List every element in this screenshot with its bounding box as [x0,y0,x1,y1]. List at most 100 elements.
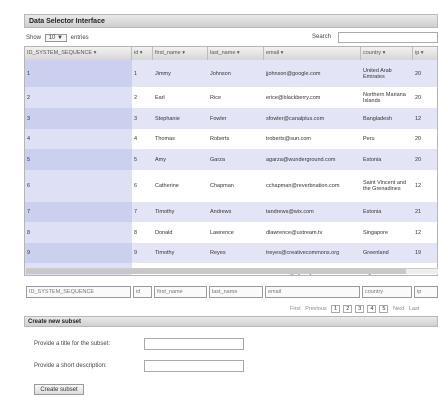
column-filters: ID_SYSTEM_SEQUENCE id first_name last_na… [24,286,438,300]
show-entries: Show 10 ▼ entries [26,34,89,42]
scrollbar-thumb[interactable] [26,269,406,274]
cell-country: Bangladesh [363,115,393,122]
cell-id: 4 [134,136,138,142]
cell-id: 2 [134,94,138,101]
cell-email: agarza@wunderground.com [266,156,336,163]
cell-ip: 20 [415,94,422,101]
pager-previous[interactable]: Previous [305,306,326,312]
cell-last-name: Chapman [210,183,234,189]
search-label: Search [312,34,332,40]
cell-last-name: Reyes [210,250,226,256]
cell-country: Saint Vincent and the Grenadines [363,180,407,192]
col-header-email[interactable]: email ▾ [264,47,361,60]
table-row[interactable]: 6 6 Catherine Chapman cchapman@reverbnat… [25,170,437,203]
table-controls: Show 10 ▼ entries Search [26,32,438,44]
filter-ip[interactable]: ip [414,286,438,298]
cell-sequence: 6 [25,170,132,202]
cell-email: tandrews@wix.com [266,209,314,215]
cell-ip: 21 [415,209,422,215]
cell-last-name: Rice [210,94,222,101]
table-row[interactable]: 7 7 Timothy Andrews tandrews@wix.com Est… [25,202,437,223]
cell-country: United Arab Emirates [363,67,392,80]
col-header-ip[interactable]: ip ▾ [413,47,437,60]
cell-id: 8 [134,229,138,236]
cell-country: Estonia [363,209,382,215]
data-table: ID_SYSTEM_SEQUENCE ▾ id ▾ first_name ▾ l… [24,46,438,276]
cell-email: troberts@sun.com [266,136,312,142]
cell-id: 7 [134,209,138,215]
subset-description-input[interactable] [144,360,244,372]
cell-last-name: Johnson [210,70,231,77]
cell-last-name: Garza [210,156,225,163]
subset-title-input[interactable] [144,338,244,350]
cell-email: erice@blackberry.com [266,94,321,101]
cell-last-name: Fowler [210,115,227,122]
section-title: Create new subset [24,316,438,327]
filter-id[interactable]: id [133,286,152,298]
create-subset-button[interactable]: Create subset [34,384,84,395]
cell-country: Estonia [363,156,382,163]
cell-first-name: Earl [155,94,165,101]
table-row[interactable]: 5 5 Amy Garza agarza@wunderground.com Es… [25,149,437,171]
cell-sequence: 5 [25,149,132,170]
cell-first-name: Amy [155,156,166,163]
pager-page[interactable]: 1 [331,305,341,313]
cell-last-name: Roberts [210,136,230,142]
cell-sequence: 8 [25,222,132,243]
filter-first-name[interactable]: first_name [154,286,207,298]
table-row[interactable]: 8 8 Donald Lawrence dlawrence@ustream.tv… [25,222,437,244]
filter-last-name[interactable]: last_name [209,286,263,298]
pager-page[interactable]: 5 [379,305,389,313]
cell-id: 9 [134,250,138,256]
cell-country: Peru [363,136,375,142]
cell-sequence: 3 [25,108,132,129]
cell-sequence: 9 [25,243,132,263]
cell-first-name: Stephanie [155,115,180,122]
cell-email: sfowler@canalplus.com [266,115,325,122]
horizontal-scrollbar[interactable] [26,268,438,274]
cell-id: 1 [134,70,138,77]
cell-email: treyes@creativecommons.org [266,250,340,256]
subset-title-label: Provide a title for the subset: [34,341,111,347]
table-row[interactable]: 9 9 Timothy Reyes treyes@creativecommons… [25,243,437,264]
filter-sequence[interactable]: ID_SYSTEM_SEQUENCE [26,286,131,298]
cell-email: dlawrence@ustream.tv [266,229,323,236]
cell-sequence: 4 [25,129,132,149]
pager-page[interactable]: 4 [367,305,377,313]
cell-last-name: Lawrence [210,229,234,236]
table-row[interactable]: 4 4 Thomas Roberts troberts@sun.com Peru… [25,129,437,150]
search-input[interactable] [338,32,438,43]
cell-last-name: Andrews [210,209,232,215]
entries-select[interactable]: 10 ▼ [44,34,67,42]
col-header-first-name[interactable]: first_name ▾ [153,47,208,60]
cell-sequence: 1 [25,60,132,87]
filter-email[interactable]: email [265,286,360,298]
cell-ip: 20 [415,156,422,163]
subset-description-label: Provide a short description: [34,363,107,369]
window-title: Data Selector Interface [24,14,438,28]
pager-next[interactable]: Next [393,306,404,312]
pager-first[interactable]: First [290,306,301,312]
cell-first-name: Catherine [155,183,179,189]
cell-country: Singapore [363,229,389,236]
pagination: First Previous 12345 Next Last [290,305,422,315]
table-row[interactable]: 2 2 Earl Rice erice@blackberry.com North… [25,87,437,109]
cell-id: 5 [134,156,138,163]
col-header-id[interactable]: id ▾ [132,47,153,60]
cell-email: jjohnson@google.com [266,70,321,77]
cell-sequence: 7 [25,202,132,222]
col-header-sequence[interactable]: ID_SYSTEM_SEQUENCE ▾ [25,47,132,60]
cell-first-name: Donald [155,229,173,236]
cell-id: 3 [134,115,138,122]
pager-page[interactable]: 2 [343,305,353,313]
entries-value: 10 [48,35,56,41]
entries-label: entries [70,35,89,41]
table-row[interactable]: 3 3 Stephanie Fowler sfowler@canalplus.c… [25,108,437,130]
pager-page[interactable]: 3 [355,305,365,313]
col-header-country[interactable]: country ▾ [361,47,413,60]
table-row[interactable]: 1 1 Jimmy Johnson jjohnson@google.com Un… [25,60,437,88]
pager-last[interactable]: Last [409,306,419,312]
filter-country[interactable]: country [362,286,412,298]
cell-ip: 12 [415,229,422,236]
col-header-last-name[interactable]: last_name ▾ [208,47,264,60]
